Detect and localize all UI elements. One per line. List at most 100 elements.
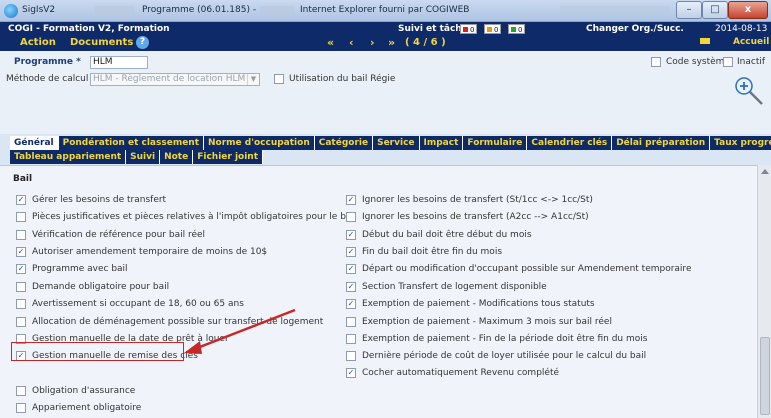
nav-last-button[interactable]: » bbox=[388, 36, 395, 49]
bail-panel: Bail ✓ Gérer les besoins de transfert Pièc… bbox=[0, 165, 771, 418]
scroll-up-icon[interactable] bbox=[761, 169, 769, 174]
option-checkbox[interactable] bbox=[16, 299, 26, 309]
tab-row-1: Général Pondération et classement Norme d'… bbox=[10, 136, 771, 150]
tab-fichier-joint[interactable]: Fichier joint bbox=[193, 150, 264, 164]
ie-app-icon bbox=[4, 4, 18, 18]
option-label: Exemption de paiement - Modifications to… bbox=[362, 299, 595, 309]
option-checkbox[interactable]: ✓ bbox=[346, 264, 356, 274]
inactif-checkbox[interactable] bbox=[723, 57, 733, 67]
option-label: Cocher automatiquement Revenu complété bbox=[362, 368, 560, 378]
option-label: Ignorer les besoins de transfert (A2cc -… bbox=[362, 212, 589, 222]
tab-impact[interactable]: Impact bbox=[419, 136, 464, 150]
option-checkbox[interactable]: ✓ bbox=[16, 247, 26, 257]
option-checkbox[interactable]: ✓ bbox=[16, 195, 26, 205]
tab-cat-gorie[interactable]: Catégorie bbox=[314, 136, 374, 150]
option-checkbox[interactable] bbox=[16, 212, 26, 222]
vertical-scrollbar[interactable] bbox=[757, 165, 771, 418]
flag-icon bbox=[463, 27, 468, 32]
section-title: Bail bbox=[13, 174, 33, 184]
task-badge-red[interactable]: 0 bbox=[460, 24, 478, 34]
documents-menu[interactable]: Documents bbox=[70, 37, 133, 48]
option-checkbox[interactable] bbox=[346, 351, 356, 361]
tab-taux-progressif[interactable]: Taux progressif bbox=[710, 136, 771, 150]
chevron-down-icon: ▼ bbox=[247, 74, 259, 85]
tab-formulaire[interactable]: Formulaire bbox=[463, 136, 528, 150]
blurred-text bbox=[260, 6, 295, 15]
option-label: Appariement obligatoire bbox=[32, 403, 142, 413]
window-title-program: Programme (06.01.185) - bbox=[142, 5, 257, 15]
tab-d-lai-pr-paration[interactable]: Délai préparation bbox=[612, 136, 711, 150]
help-icon[interactable]: ? bbox=[136, 36, 149, 49]
minimize-button[interactable]: – bbox=[676, 1, 702, 19]
option-label: Exemption de paiement - Maximum 3 mois s… bbox=[362, 317, 612, 327]
option-checkbox[interactable] bbox=[346, 334, 356, 344]
tab-row-2: Tableau appariement Suivi Note Fichier join… bbox=[10, 150, 770, 164]
task-badge-orange[interactable]: 0 bbox=[484, 24, 502, 34]
option-label: Pièces justificatives et pièces relative… bbox=[32, 212, 357, 222]
nav-prev-button[interactable]: ‹ bbox=[349, 36, 354, 49]
option-checkbox[interactable]: ✓ bbox=[346, 299, 356, 309]
option-label: Obligation d'assurance bbox=[32, 386, 136, 396]
app-header: COGI - Formation V2, Formation Action Do… bbox=[0, 22, 771, 51]
option-checkbox[interactable] bbox=[16, 230, 26, 240]
blurred-text bbox=[95, 6, 135, 15]
programme-label: Programme * bbox=[14, 57, 81, 67]
option-checkbox[interactable]: ✓ bbox=[346, 368, 356, 378]
nav-next-button[interactable]: › bbox=[370, 36, 375, 49]
suivi-tache-label[interactable]: Suivi et tâche bbox=[398, 24, 468, 34]
option-label: Programme avec bail bbox=[32, 264, 128, 274]
option-checkbox[interactable] bbox=[346, 212, 356, 222]
blurred-text bbox=[560, 6, 670, 15]
option-checkbox[interactable] bbox=[16, 317, 26, 327]
zoom-in-icon[interactable] bbox=[734, 76, 764, 106]
programme-input[interactable]: HLM bbox=[90, 56, 148, 69]
regie-checkbox[interactable] bbox=[274, 74, 284, 84]
tab-note[interactable]: Note bbox=[160, 150, 194, 164]
option-checkbox[interactable]: ✓ bbox=[346, 247, 356, 257]
methode-select[interactable]: HLM - Règlement de location HLM ▼ bbox=[90, 73, 260, 86]
maximize-button[interactable]: □ bbox=[702, 1, 728, 19]
inactif-label: Inactif bbox=[737, 57, 766, 67]
tab-suivi[interactable]: Suivi bbox=[126, 150, 161, 164]
tab-g-n-ral[interactable]: Général bbox=[10, 136, 59, 150]
tab-pond-ration-et-classement[interactable]: Pondération et classement bbox=[58, 136, 205, 150]
option-label: Début du bail doit être début du mois bbox=[362, 230, 532, 240]
option-checkbox[interactable] bbox=[16, 282, 26, 292]
option-checkbox[interactable] bbox=[16, 386, 26, 396]
nav-first-button[interactable]: « bbox=[327, 36, 334, 49]
option-label: Section Transfert de logement disponible bbox=[362, 282, 547, 292]
accueil-link[interactable]: Accueil bbox=[733, 37, 769, 47]
annotation-highlight-box bbox=[11, 342, 184, 361]
option-checkbox[interactable]: ✓ bbox=[346, 282, 356, 292]
option-checkbox[interactable]: ✓ bbox=[346, 195, 356, 205]
tab-tableau-appariement[interactable]: Tableau appariement bbox=[10, 150, 127, 164]
option-checkbox[interactable] bbox=[16, 403, 26, 413]
back-arrow-icon[interactable] bbox=[700, 38, 710, 44]
option-checkbox[interactable]: ✓ bbox=[16, 264, 26, 274]
option-label: Autoriser amendement temporaire de moins… bbox=[32, 247, 268, 257]
option-label: Départ ou modification d'occupant possib… bbox=[362, 264, 692, 274]
window-title-browser: Internet Explorer fourni par COGIWEB bbox=[300, 5, 470, 15]
tab-norme-d-occupation[interactable]: Norme d'occupation bbox=[204, 136, 315, 150]
option-label: Ignorer les besoins de transfert (St/1cc… bbox=[362, 195, 593, 205]
scroll-thumb[interactable] bbox=[760, 337, 770, 415]
action-menu[interactable]: Action bbox=[20, 37, 56, 48]
option-label: Exemption de paiement - Fin de la périod… bbox=[362, 334, 648, 344]
tab-bar: Général Pondération et classement Norme d'… bbox=[10, 136, 771, 164]
change-org-link[interactable]: Changer Org./Succ. bbox=[586, 24, 684, 34]
flag-icon bbox=[511, 27, 516, 32]
close-button[interactable]: x bbox=[728, 1, 768, 19]
code-systeme-label: Code système bbox=[666, 57, 730, 67]
tab-service[interactable]: Service bbox=[373, 136, 420, 150]
tab-calendrier-cl-s[interactable]: Calendrier clés bbox=[527, 136, 613, 150]
code-systeme-checkbox[interactable] bbox=[651, 57, 661, 67]
regie-label: Utilisation du bail Régie bbox=[289, 74, 396, 84]
option-checkbox[interactable]: ✓ bbox=[346, 230, 356, 240]
option-checkbox[interactable] bbox=[346, 317, 356, 327]
app-title: COGI - Formation V2, Formation bbox=[8, 24, 170, 34]
program-form: Programme * HLM Méthode de calcul HLM - … bbox=[0, 51, 771, 134]
option-label: Vérification de référence pour bail réel bbox=[32, 230, 206, 240]
current-date: 2014-08-13 bbox=[715, 24, 768, 34]
window-titlebar: SigIsV2 Programme (06.01.185) - Internet… bbox=[0, 0, 771, 22]
task-badge-green[interactable]: 0 bbox=[508, 24, 526, 34]
